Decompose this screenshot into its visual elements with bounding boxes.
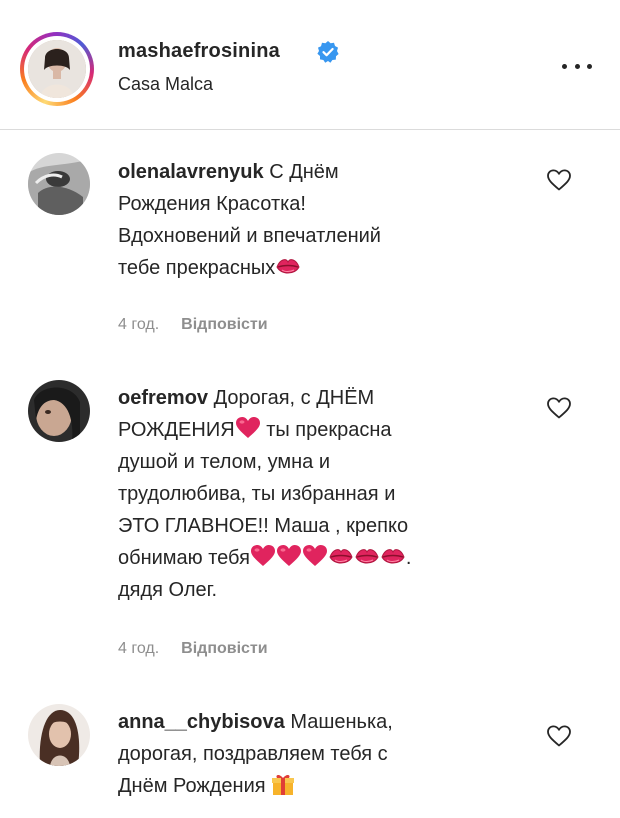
red-heart-emoji bbox=[250, 544, 276, 568]
comment-line: дядя Олег. bbox=[118, 579, 218, 601]
kiss-mark-emoji bbox=[354, 546, 380, 568]
avatar[interactable] bbox=[28, 153, 90, 215]
comment-line: Днём Рождения bbox=[118, 775, 266, 797]
comment-username[interactable]: olenalavrenyuk bbox=[118, 161, 264, 183]
story-ring-gap bbox=[24, 36, 90, 102]
red-heart-emoji bbox=[276, 544, 302, 568]
comment-text: olenalavrenyuk С Днём Рождения Красотка!… bbox=[118, 156, 508, 284]
kiss-mark-emoji bbox=[275, 256, 301, 278]
comment-time[interactable]: 4 год. bbox=[118, 316, 159, 333]
more-dot bbox=[587, 63, 592, 69]
reply-button[interactable]: Відповісти bbox=[181, 316, 267, 333]
comment-username[interactable]: anna__chybisova bbox=[118, 711, 285, 733]
avatar[interactable] bbox=[28, 704, 90, 766]
comment-line: дорогая, поздравляем тебя с bbox=[118, 743, 388, 765]
comment-line: трудолюбива, ты избранная и bbox=[118, 483, 396, 505]
comment-line: обнимаю тебя bbox=[118, 547, 250, 569]
comment-line: РОЖДЕНИЯ bbox=[118, 419, 235, 441]
kiss-mark-emoji bbox=[328, 546, 354, 568]
comment-time[interactable]: 4 год. bbox=[118, 640, 159, 657]
gift-emoji bbox=[272, 774, 295, 795]
like-heart-icon[interactable] bbox=[546, 724, 572, 748]
comment-line: ты прекрасна bbox=[266, 419, 392, 441]
post-author-username[interactable]: mashaefrosinina bbox=[118, 40, 280, 63]
red-heart-emoji bbox=[235, 416, 261, 440]
avatar[interactable] bbox=[28, 380, 90, 442]
comment-line: душой и телом, умна и bbox=[118, 451, 330, 473]
comment-text: oefremov Дорогая, с ДНЁМ РОЖДЕНИЯ ты пре… bbox=[118, 382, 508, 606]
comment-meta: 4 год. Відповісти bbox=[118, 316, 268, 334]
comment-line: Машенька, bbox=[290, 711, 393, 733]
comment-line: . bbox=[405, 547, 412, 569]
more-dot bbox=[574, 63, 580, 69]
red-heart-emoji bbox=[302, 544, 328, 568]
post-location[interactable]: Casa Malca bbox=[118, 74, 213, 95]
comment-line: С Днём bbox=[269, 161, 339, 183]
more-options-icon[interactable] bbox=[562, 56, 592, 76]
comment-line: тебе прекрасных bbox=[118, 257, 276, 279]
more-dot bbox=[562, 63, 567, 69]
comment-username[interactable]: oefremov bbox=[118, 387, 208, 409]
comment-line: Дорогая, с ДНЁМ bbox=[213, 387, 375, 409]
comment-line: ЭТО ГЛАВНОЕ!! Маша , крепко bbox=[118, 515, 409, 537]
like-heart-icon[interactable] bbox=[546, 168, 572, 192]
comment-text: anna__chybisova Машенька, дорогая, поздр… bbox=[118, 706, 508, 802]
post-header: mashaefrosinina Casa Malca bbox=[0, 0, 620, 130]
kiss-mark-emoji bbox=[380, 546, 406, 568]
comment-meta: 4 год. Відповісти bbox=[118, 640, 268, 658]
avatar[interactable] bbox=[28, 40, 86, 98]
comment-line: Рождения Красотка! bbox=[118, 193, 306, 215]
reply-button[interactable]: Відповісти bbox=[181, 640, 267, 657]
like-heart-icon[interactable] bbox=[546, 396, 572, 420]
story-ring[interactable] bbox=[20, 32, 94, 106]
comment-line: Вдохновений и впечатлений bbox=[118, 225, 381, 247]
verified-badge-icon bbox=[317, 41, 339, 63]
